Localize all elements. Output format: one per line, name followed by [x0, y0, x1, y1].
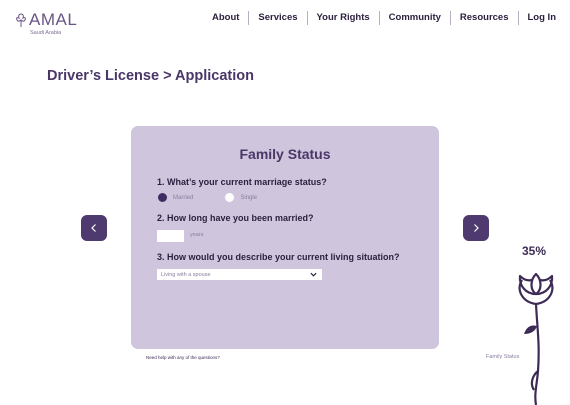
- form-card: Family Status 1. What’s your current mar…: [131, 126, 439, 349]
- progress-step-label: Family Status: [486, 354, 520, 360]
- question-marriage-duration: 2. How long have you been married?: [157, 213, 314, 223]
- progress-percent: 35%: [522, 244, 547, 258]
- brand-subtitle: Saudi Arabia: [30, 30, 62, 36]
- living-situation-value: Living with a spouse: [161, 271, 211, 278]
- nav-about[interactable]: About: [203, 11, 248, 25]
- nav-resources[interactable]: Resources: [449, 11, 518, 25]
- living-situation-select[interactable]: Living with a spouse: [157, 269, 322, 280]
- nav-your-rights[interactable]: Your Rights: [306, 11, 379, 25]
- question-marriage-status: 1. What’s your current marriage status?: [157, 177, 327, 187]
- radio-single[interactable]: [225, 193, 235, 202]
- top-nav: About Services Your Rights Community Res…: [203, 11, 560, 25]
- radio-married-label: Married: [173, 194, 194, 201]
- chevron-down-icon: [310, 272, 317, 277]
- marriage-status-options: Married Single: [158, 193, 257, 202]
- help-link[interactable]: Need help with any of the questions?: [146, 355, 220, 360]
- breadcrumb: Driver’s License > Application: [47, 68, 254, 84]
- years-married-input[interactable]: [157, 230, 184, 242]
- nav-community[interactable]: Community: [378, 11, 450, 25]
- chevron-left-icon: [91, 224, 96, 232]
- rose-progress-icon: [518, 272, 554, 405]
- radio-married[interactable]: [158, 193, 167, 202]
- nav-services[interactable]: Services: [248, 11, 306, 25]
- previous-button[interactable]: [81, 215, 107, 241]
- brand-name: AMAL: [29, 10, 78, 29]
- radio-single-label: Single: [240, 194, 258, 201]
- years-unit-label: years: [190, 232, 204, 238]
- chevron-right-icon: [474, 224, 479, 232]
- rose-icon: [16, 13, 26, 27]
- brand-logo[interactable]: AMAL Saudi Arabia: [14, 10, 78, 36]
- question-living-situation: 3. How would you describe your current l…: [157, 252, 400, 262]
- nav-login[interactable]: Log In: [517, 11, 561, 25]
- next-button[interactable]: [463, 215, 489, 241]
- form-title: Family Status: [239, 146, 331, 162]
